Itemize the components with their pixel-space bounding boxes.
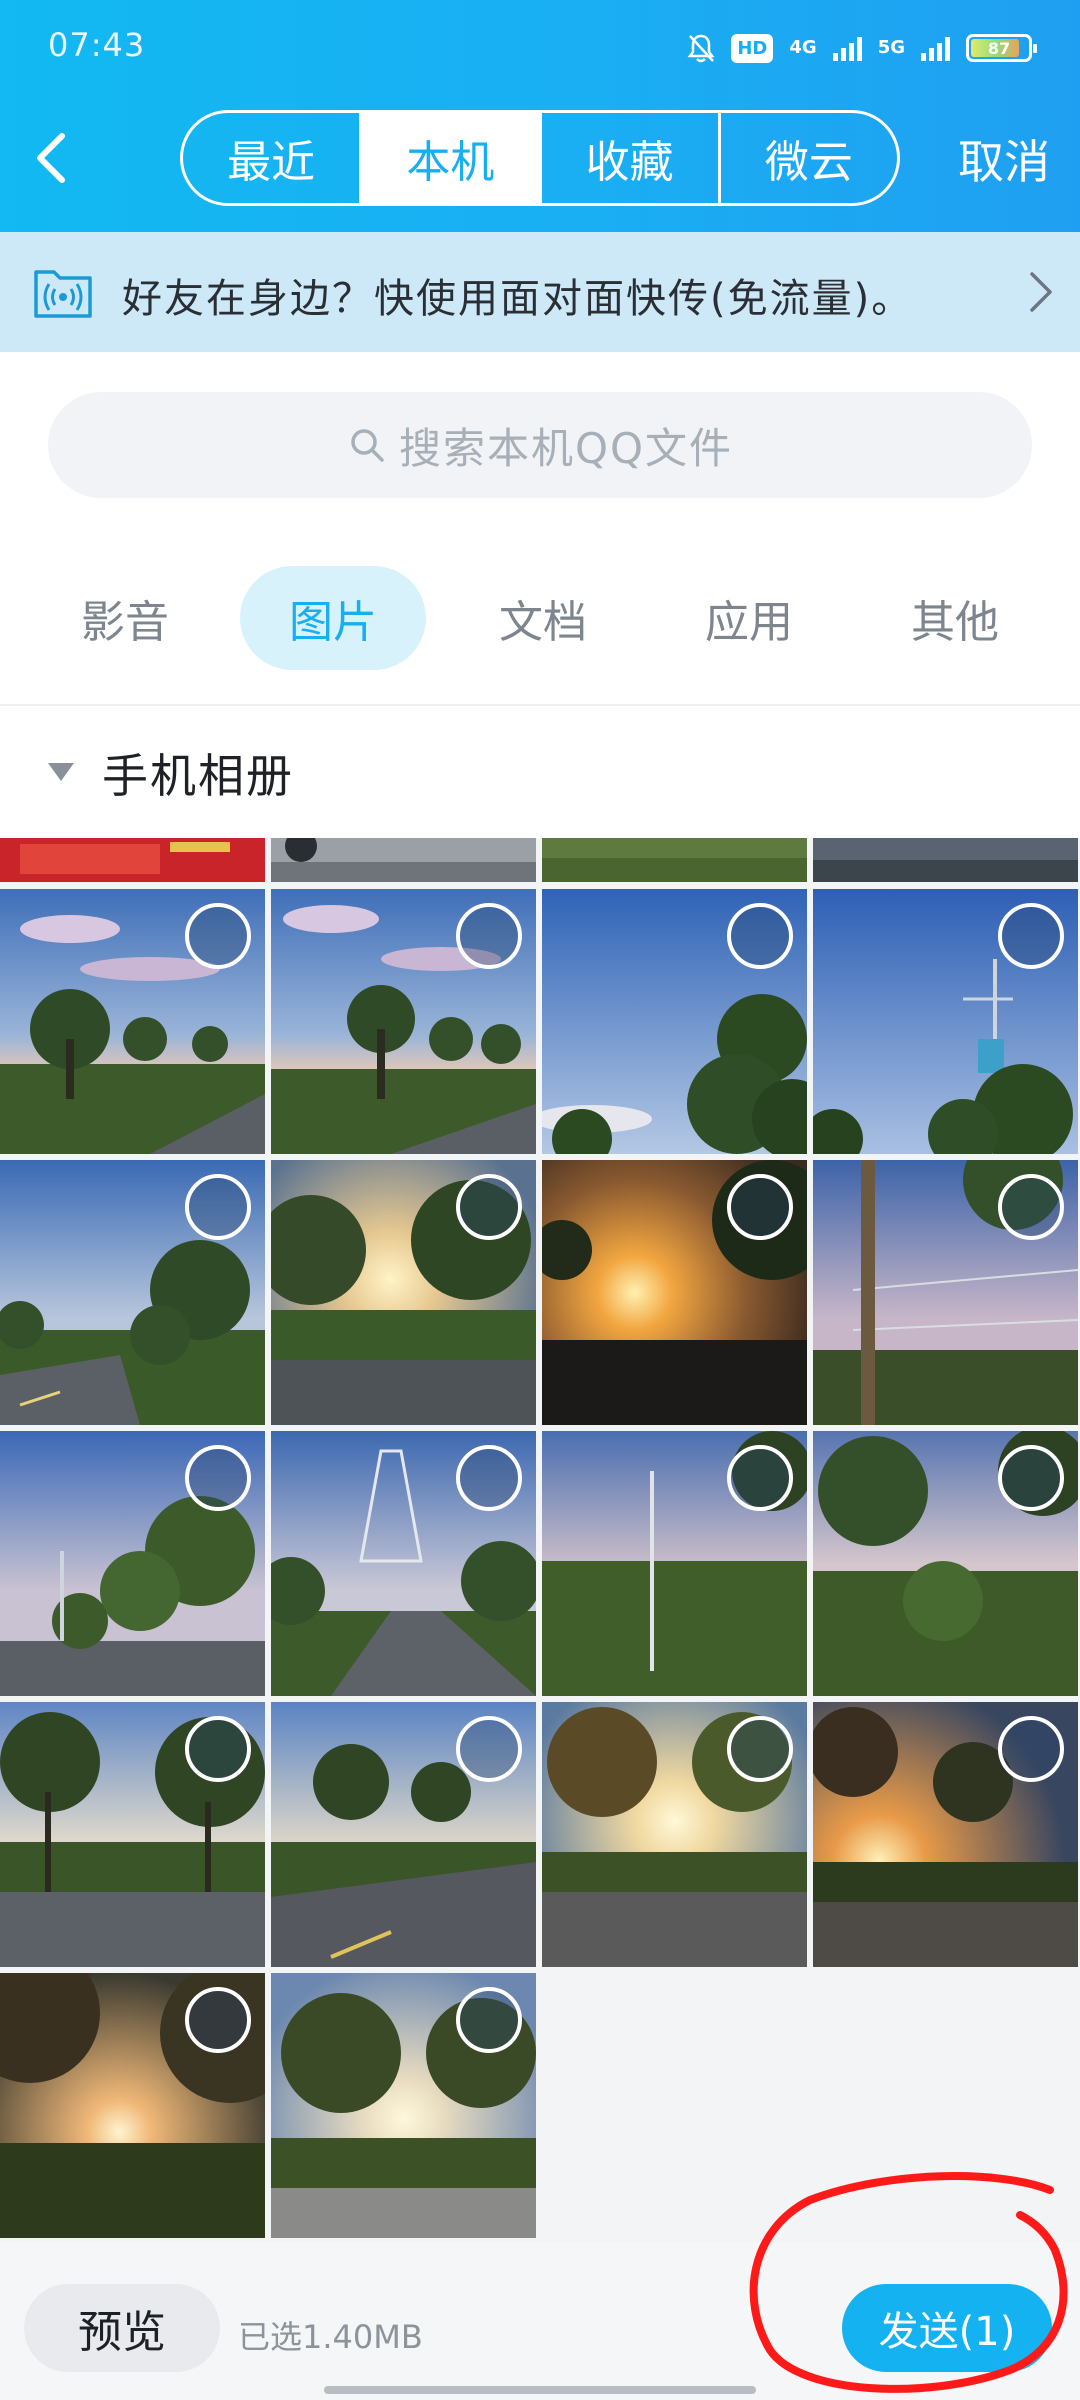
- cancel-button[interactable]: 取消: [958, 126, 1050, 192]
- tab-apps[interactable]: 应用: [664, 566, 834, 670]
- tab-weiyun[interactable]: 微云: [721, 113, 897, 203]
- divider: [0, 704, 1080, 706]
- banner-text: 好友在身边？快使用面对面快传(免流量)。: [122, 276, 914, 322]
- photo-thumbnail[interactable]: [0, 1160, 265, 1425]
- source-tabs: 最近 本机 收藏 微云: [180, 110, 900, 206]
- bottom-bar: 预览 已选1.40MB 发送(1): [0, 2242, 1080, 2400]
- chevron-left-icon: [37, 133, 65, 183]
- photo-thumbnail[interactable]: [271, 1702, 536, 1967]
- selected-size-label: 已选1.40MB: [238, 2318, 423, 2356]
- select-checkbox[interactable]: [185, 1445, 251, 1511]
- photo-thumbnail[interactable]: [542, 889, 807, 1154]
- photo-thumbnail[interactable]: [271, 1160, 536, 1425]
- mute-bell-icon: [687, 34, 715, 63]
- select-checkbox[interactable]: [998, 1716, 1064, 1782]
- collapse-triangle-icon: [48, 763, 74, 781]
- tab-local[interactable]: 本机: [362, 113, 542, 203]
- wireless-folder-icon: [34, 270, 92, 318]
- search-icon: [351, 429, 384, 462]
- search-input[interactable]: 搜索本机QQ文件: [399, 415, 733, 476]
- photo-thumbnail[interactable]: [813, 838, 1078, 882]
- select-checkbox[interactable]: [727, 1716, 793, 1782]
- select-checkbox[interactable]: [727, 903, 793, 969]
- select-checkbox[interactable]: [456, 1716, 522, 1782]
- photo-thumbnail[interactable]: [271, 1431, 536, 1696]
- album-title: 手机相册: [102, 749, 294, 803]
- select-checkbox[interactable]: [727, 1174, 793, 1240]
- battery-icon: 87: [966, 34, 1037, 62]
- photo-thumbnail[interactable]: [813, 1160, 1078, 1425]
- photo-thumbnail[interactable]: [271, 838, 536, 882]
- select-checkbox[interactable]: [185, 903, 251, 969]
- select-checkbox[interactable]: [456, 1174, 522, 1240]
- network-5g-label: 5G: [877, 37, 905, 58]
- search-bar[interactable]: 搜索本机QQ文件: [48, 392, 1032, 498]
- face-to-face-banner[interactable]: 好友在身边？快使用面对面快传(免流量)。: [0, 232, 1080, 352]
- photo-thumbnail[interactable]: [813, 1431, 1078, 1696]
- select-checkbox[interactable]: [998, 1445, 1064, 1511]
- photo-thumbnail[interactable]: [0, 889, 265, 1154]
- status-time: 07:43: [48, 26, 146, 64]
- photo-thumbnail[interactable]: [271, 889, 536, 1154]
- photo-thumbnail[interactable]: [813, 1702, 1078, 1967]
- home-indicator: [324, 2386, 756, 2394]
- photo-thumbnail[interactable]: [0, 1702, 265, 1967]
- select-checkbox[interactable]: [456, 903, 522, 969]
- photo-thumbnail[interactable]: [542, 1702, 807, 1967]
- select-checkbox[interactable]: [456, 1987, 522, 2053]
- album-header[interactable]: 手机相册: [48, 740, 294, 806]
- photo-thumbnail[interactable]: [813, 889, 1078, 1154]
- select-checkbox[interactable]: [727, 1445, 793, 1511]
- photo-thumbnail[interactable]: [542, 838, 807, 882]
- category-tabs: 影音 图片 文档 应用 其他: [0, 566, 1080, 670]
- select-checkbox[interactable]: [998, 903, 1064, 969]
- tab-images[interactable]: 图片: [240, 566, 426, 670]
- select-checkbox[interactable]: [456, 1445, 522, 1511]
- battery-level: 87: [987, 38, 1011, 58]
- photo-thumbnail[interactable]: [0, 838, 265, 882]
- select-checkbox[interactable]: [998, 1174, 1064, 1240]
- back-button[interactable]: [22, 128, 82, 188]
- select-checkbox[interactable]: [185, 1716, 251, 1782]
- network-4g-label: 4G: [789, 37, 817, 58]
- tab-media[interactable]: 影音: [40, 566, 210, 670]
- tab-documents[interactable]: 文档: [458, 566, 628, 670]
- hd-badge: HD: [731, 33, 774, 63]
- status-icons: HD 4G 5G 87: [687, 28, 1037, 68]
- photo-thumbnail[interactable]: [0, 1431, 265, 1696]
- select-checkbox[interactable]: [185, 1174, 251, 1240]
- tab-other[interactable]: 其他: [870, 566, 1040, 670]
- send-button[interactable]: 发送(1): [842, 2284, 1052, 2372]
- photo-grid: [0, 838, 1080, 2242]
- header: 07:43 HD 4G 5G 87 最近 本机 收藏 微云 取消: [0, 0, 1080, 232]
- select-checkbox[interactable]: [185, 1987, 251, 2053]
- photo-thumbnail[interactable]: [542, 1431, 807, 1696]
- tab-favorites[interactable]: 收藏: [542, 113, 721, 203]
- tab-recent[interactable]: 最近: [183, 113, 363, 203]
- signal-5g-icon: [921, 35, 950, 61]
- chevron-right-icon: [1030, 272, 1052, 312]
- photo-thumbnail[interactable]: [271, 1973, 536, 2238]
- photo-thumbnail[interactable]: [542, 1160, 807, 1425]
- signal-4g-icon: [832, 35, 862, 61]
- preview-button[interactable]: 预览: [24, 2284, 220, 2372]
- photo-thumbnail[interactable]: [0, 1973, 265, 2238]
